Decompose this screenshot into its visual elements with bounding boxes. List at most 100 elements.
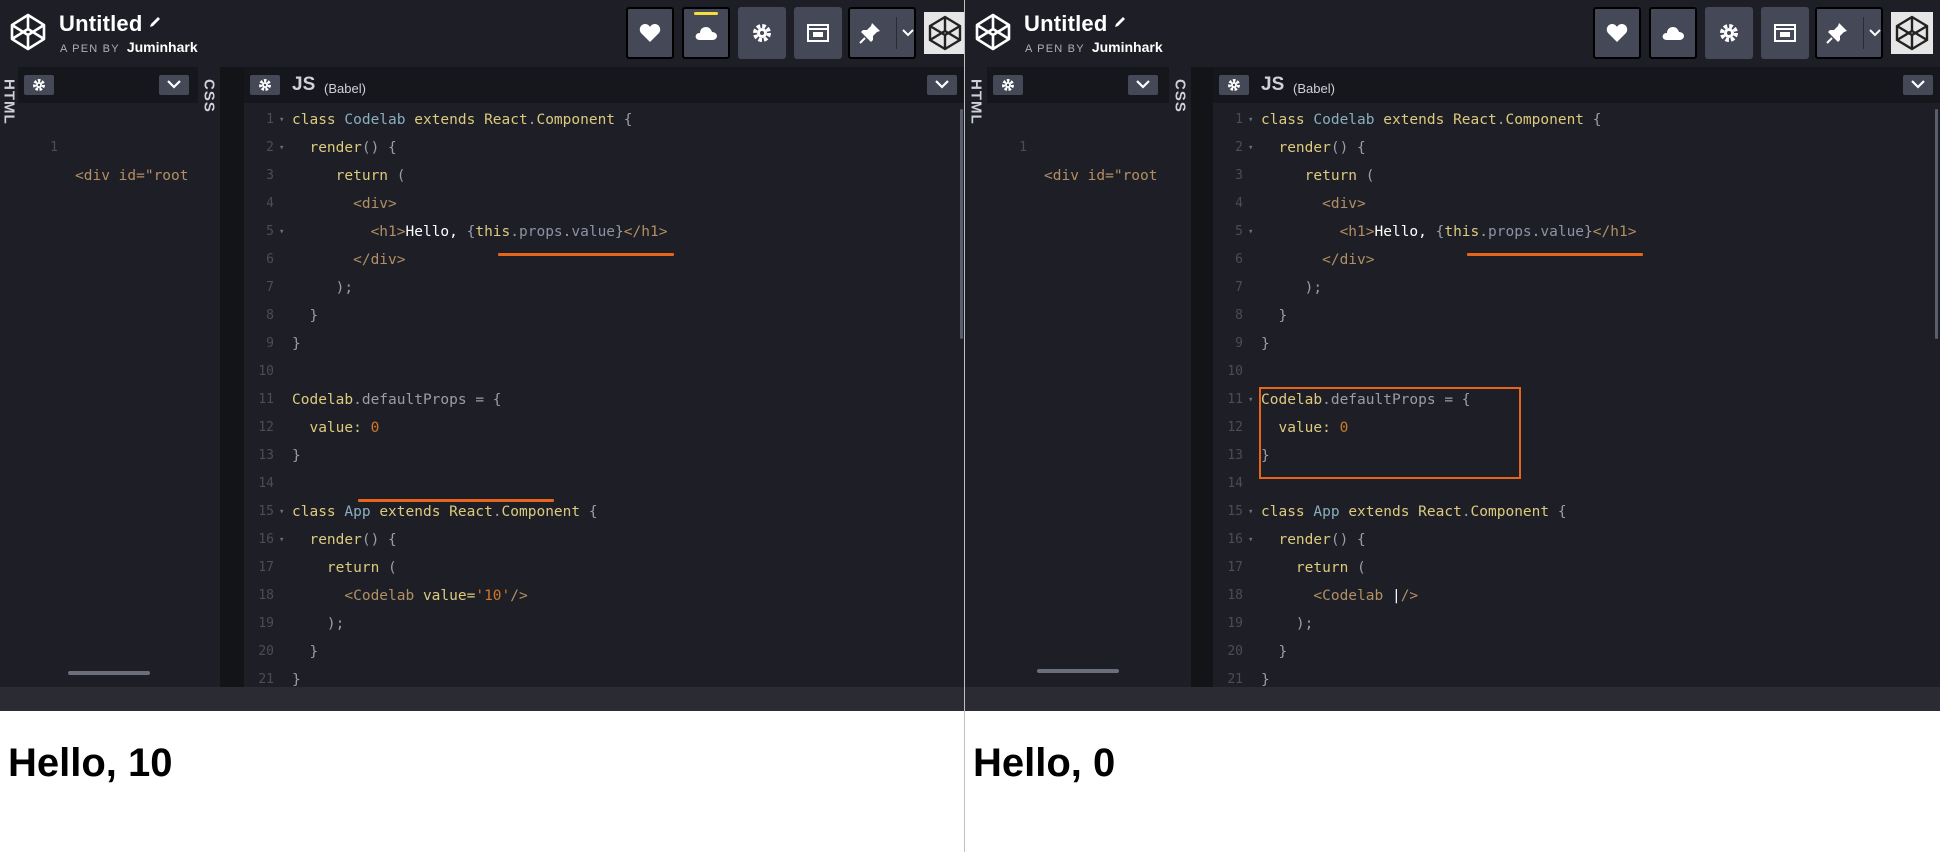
html-editor[interactable]: 1 <div id="root bbox=[18, 67, 200, 687]
embed-icon bbox=[807, 24, 829, 42]
pen-title[interactable]: Untitled bbox=[59, 9, 162, 37]
author-link[interactable]: Juminhark bbox=[127, 39, 198, 55]
fold-arrow-icon[interactable]: ▾ bbox=[1248, 134, 1253, 162]
js-settings-button[interactable] bbox=[250, 75, 280, 95]
output-heading: Hello, 10 bbox=[8, 741, 173, 785]
annotation-underline-codelab-value bbox=[358, 499, 554, 502]
js-collapse-button[interactable] bbox=[927, 75, 957, 95]
code-token: } bbox=[292, 448, 301, 464]
html-code-area[interactable]: 1 <div id="root bbox=[987, 106, 1169, 687]
pen-title-text[interactable]: Untitled bbox=[1024, 11, 1107, 36]
code-line: 13} bbox=[244, 442, 964, 470]
fold-arrow-icon[interactable]: ▾ bbox=[1248, 526, 1253, 554]
css-tab-label[interactable]: CSS bbox=[201, 79, 218, 113]
js-vertical-scrollbar[interactable] bbox=[960, 109, 963, 339]
pin-icon[interactable] bbox=[858, 21, 882, 45]
code-token: } bbox=[292, 336, 301, 352]
pin-button-group[interactable] bbox=[848, 7, 916, 59]
save-button[interactable] bbox=[1649, 7, 1697, 59]
fold-arrow-icon[interactable]: ▾ bbox=[1248, 218, 1253, 246]
code-token: value: bbox=[292, 420, 371, 436]
js-code-area[interactable]: 1 ▾ class Codelab extends React.Component … bbox=[244, 106, 964, 687]
author-link[interactable]: Juminhark bbox=[1092, 39, 1163, 55]
settings-button[interactable] bbox=[1705, 7, 1753, 59]
settings-button[interactable] bbox=[738, 7, 786, 59]
code-token: } bbox=[1584, 224, 1593, 240]
code-token: ); bbox=[292, 280, 354, 296]
line-number: 1 bbox=[1235, 112, 1243, 127]
css-panel-tab[interactable]: CSS bbox=[1169, 67, 1191, 687]
annotation-box-default-props bbox=[1259, 387, 1521, 479]
html-collapse-button[interactable] bbox=[1128, 75, 1158, 95]
code-text: render() { bbox=[1261, 526, 1365, 554]
pencil-icon[interactable] bbox=[1113, 9, 1127, 35]
panel-gap[interactable] bbox=[1191, 67, 1213, 687]
html-collapse-button[interactable] bbox=[159, 75, 189, 95]
code-text: } bbox=[1261, 638, 1287, 666]
change-view-button[interactable] bbox=[794, 7, 842, 59]
code-token: <div> bbox=[292, 196, 397, 212]
pin-button-group[interactable] bbox=[1815, 7, 1883, 59]
js-editor[interactable]: JS (Babel) 1 ▾ class Codelab extends React… bbox=[244, 67, 964, 687]
html-code-area[interactable]: 1 <div id="root bbox=[18, 106, 200, 687]
code-line: 14 bbox=[244, 470, 964, 498]
fold-arrow-icon[interactable]: ▾ bbox=[1248, 498, 1253, 526]
chevron-down-icon[interactable] bbox=[902, 29, 914, 37]
codepen-logo-icon[interactable] bbox=[8, 12, 48, 52]
pen-title-text[interactable]: Untitled bbox=[59, 11, 142, 36]
code-token: <Codelab bbox=[1261, 588, 1392, 604]
fold-arrow-icon[interactable]: ▾ bbox=[279, 498, 284, 526]
code-line: 1 ▾ class Codelab extends React.Component … bbox=[244, 106, 964, 134]
editor-workspace: HTML 1 <div id="root CSS JS (Babel) 1 ▾ … bbox=[0, 67, 964, 711]
js-editor[interactable]: JS (Babel) 1 ▾ class Codelab extends React… bbox=[1213, 67, 1940, 687]
css-panel-tab[interactable]: CSS bbox=[198, 67, 220, 687]
fold-arrow-icon[interactable]: ▾ bbox=[279, 134, 284, 162]
user-avatar[interactable] bbox=[924, 12, 964, 54]
js-editor-header: JS (Babel) bbox=[1213, 67, 1940, 103]
html-horizontal-scrollbar[interactable] bbox=[68, 671, 150, 675]
code-line: 3 return ( bbox=[244, 162, 964, 190]
code-line: 19 ); bbox=[244, 610, 964, 638]
save-button[interactable] bbox=[682, 7, 730, 59]
html-horizontal-scrollbar[interactable] bbox=[1037, 669, 1119, 673]
fold-arrow-icon[interactable]: ▾ bbox=[279, 526, 284, 554]
html-tab-label[interactable]: HTML bbox=[968, 79, 985, 125]
chevron-down-icon[interactable] bbox=[1869, 29, 1881, 37]
code-text: render() { bbox=[292, 134, 396, 162]
code-token: Codelab bbox=[1313, 112, 1384, 128]
code-token: App bbox=[1313, 504, 1349, 520]
code-token: | bbox=[1391, 588, 1401, 604]
panel-gap[interactable] bbox=[220, 67, 244, 687]
html-panel-tab[interactable]: HTML bbox=[965, 67, 987, 687]
code-text: </div> bbox=[292, 246, 405, 274]
css-tab-label[interactable]: CSS bbox=[1172, 79, 1189, 113]
codepen-logo-icon[interactable] bbox=[973, 12, 1013, 52]
love-button[interactable] bbox=[626, 7, 674, 59]
fold-arrow-icon[interactable]: ▾ bbox=[279, 106, 284, 134]
user-avatar[interactable] bbox=[1891, 12, 1933, 54]
code-line: 1 <div id="root bbox=[18, 106, 200, 184]
html-tab-label[interactable]: HTML bbox=[1, 79, 18, 125]
pen-title[interactable]: Untitled bbox=[1024, 9, 1127, 37]
line-number: 15 bbox=[258, 504, 274, 519]
code-token: React bbox=[1418, 504, 1462, 520]
code-line: 10 bbox=[244, 358, 964, 386]
gear-icon bbox=[753, 24, 771, 42]
pen-window-right: Untitled A PEN BY Juminhark HTML 1 <div … bbox=[965, 0, 1940, 852]
js-vertical-scrollbar[interactable] bbox=[1935, 109, 1938, 339]
pin-icon[interactable] bbox=[1825, 21, 1849, 45]
html-editor[interactable]: 1 <div id="root bbox=[987, 67, 1169, 687]
fold-arrow-icon[interactable]: ▾ bbox=[279, 218, 284, 246]
code-token: () { bbox=[1330, 140, 1366, 156]
fold-arrow-icon[interactable]: ▾ bbox=[1248, 386, 1253, 414]
fold-arrow-icon[interactable]: ▾ bbox=[1248, 106, 1253, 134]
code-text: ); bbox=[292, 610, 344, 638]
love-button[interactable] bbox=[1593, 7, 1641, 59]
change-view-button[interactable] bbox=[1761, 7, 1809, 59]
html-settings-button[interactable] bbox=[24, 75, 54, 95]
js-collapse-button[interactable] bbox=[1903, 75, 1933, 95]
pencil-icon[interactable] bbox=[148, 9, 162, 35]
html-settings-button[interactable] bbox=[993, 75, 1023, 95]
js-settings-button[interactable] bbox=[1219, 75, 1249, 95]
html-panel-tab[interactable]: HTML bbox=[0, 67, 18, 687]
